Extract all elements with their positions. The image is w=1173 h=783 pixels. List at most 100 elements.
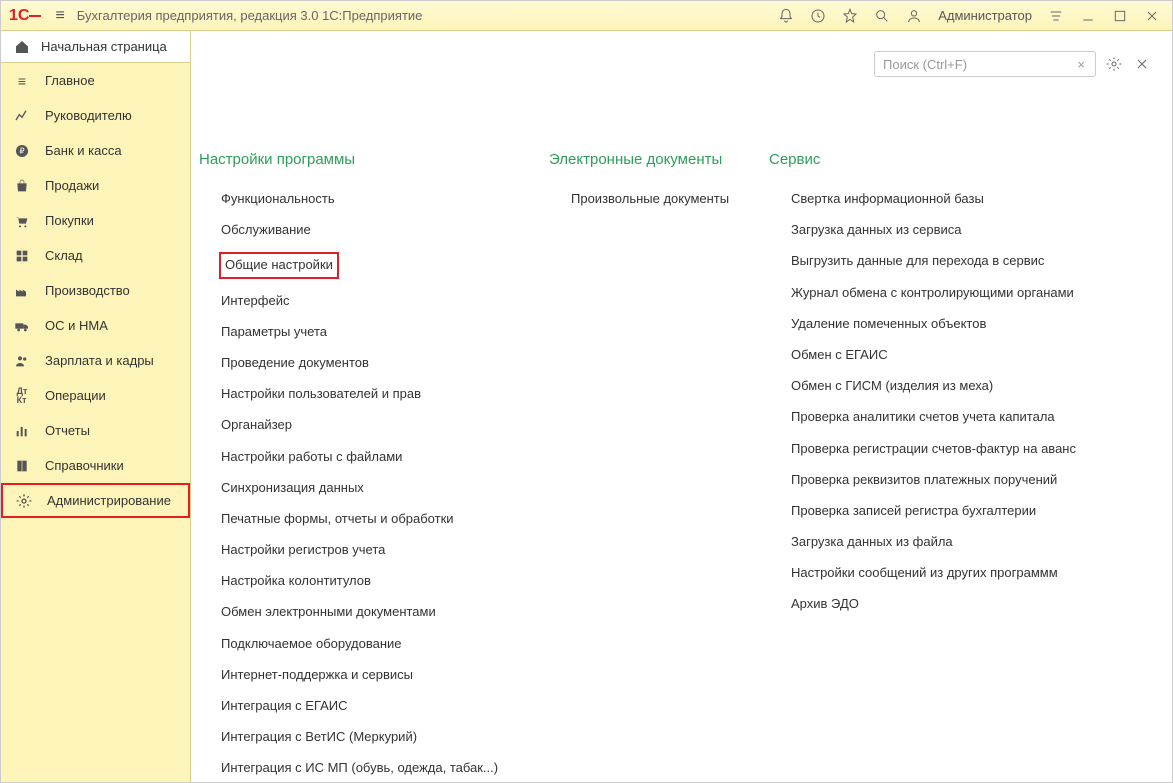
minimize-button[interactable] [1076,4,1100,28]
sidebar-item-directories[interactable]: Справочники [1,448,190,483]
close-button[interactable] [1140,4,1164,28]
link-item[interactable]: Функциональность [199,186,549,212]
link-item[interactable]: Загрузка данных из сервиса [769,217,1109,243]
sidebar-item-purchases[interactable]: Покупки [1,203,190,238]
link-item[interactable]: Интернет-поддержка и сервисы [199,662,549,688]
home-icon [13,39,31,55]
boxes-icon [13,248,31,264]
link-item[interactable]: Загрузка данных из файла [769,529,1109,555]
column-head-edocs: Электронные документы [549,151,769,168]
link-item[interactable]: Органайзер [199,412,549,438]
options-icon[interactable] [1044,4,1068,28]
link-item[interactable]: Интеграция с ВетИС (Меркурий) [199,724,549,750]
logo-icon: 1C [9,7,29,25]
link-item[interactable]: Синхронизация данных [199,475,549,501]
sidebar-item-label: Банк и касса [45,143,122,158]
user-icon[interactable] [902,4,926,28]
link-item[interactable]: Удаление помеченных объектов [769,311,1109,337]
history-icon[interactable] [806,4,830,28]
menu-button[interactable]: ≡ [51,7,68,25]
sidebar-home[interactable]: Начальная страница [1,31,190,63]
link-item[interactable]: Проведение документов [199,350,549,376]
sidebar-item-manager[interactable]: Руководителю [1,98,190,133]
link-item[interactable]: Печатные формы, отчеты и обработки [199,506,549,532]
link-item[interactable]: Обслуживание [199,217,549,243]
titlebar: 1C ≡ Бухгалтерия предприятия, редакция 3… [1,1,1172,31]
bell-icon[interactable] [774,4,798,28]
sidebar-item-administration[interactable]: Администрирование [1,483,190,518]
link-item[interactable]: Проверка реквизитов платежных поручений [769,467,1109,493]
sidebar-item-hr[interactable]: Зарплата и кадры [1,343,190,378]
link-item[interactable]: Настройка колонтитулов [199,568,549,594]
sidebar-item-label: Производство [45,283,130,298]
link-item[interactable]: Обмен с ГИСМ (изделия из меха) [769,373,1109,399]
sidebar-item-label: Отчеты [45,423,90,438]
sidebar-item-main[interactable]: ≡ Главное [1,63,190,98]
link-item[interactable]: Произвольные документы [549,186,769,212]
sidebar: Начальная страница ≡ Главное Руководител… [1,31,191,782]
sidebar-item-production[interactable]: Производство [1,273,190,308]
user-name: Администратор [938,8,1032,23]
link-item[interactable]: Настройки работы с файлами [199,444,549,470]
link-item[interactable]: Выгрузить данные для перехода в сервис [769,248,1109,274]
link-item[interactable]: Проверка аналитики счетов учета капитала [769,404,1109,430]
link-item[interactable]: Интеграция с ЕГАИС [199,693,549,719]
link-list-service: Свертка информационной базы Загрузка дан… [769,186,1109,618]
link-general-settings[interactable]: Общие настройки [219,252,339,278]
link-item[interactable]: Интерфейс [199,288,549,314]
link-item[interactable]: Свертка информационной базы [769,186,1109,212]
column-service: Сервис Свертка информационной базы Загру… [769,151,1109,782]
column-edocs: Электронные документы Произвольные докум… [549,151,769,782]
sidebar-item-label: Покупки [45,213,94,228]
truck-icon [13,318,31,334]
link-item[interactable]: Обмен электронными документами [199,599,549,625]
people-icon [13,353,31,369]
bars-icon [13,423,31,439]
sidebar-item-sales[interactable]: Продажи [1,168,190,203]
gear-icon [15,493,33,509]
link-item[interactable]: Обмен с ЕГАИС [769,342,1109,368]
sidebar-item-warehouse[interactable]: Склад [1,238,190,273]
search-icon[interactable] [870,4,894,28]
close-panel-icon[interactable] [1132,54,1152,74]
link-item[interactable]: Журнал обмена с контролирующими органами [769,280,1109,306]
maximize-button[interactable] [1108,4,1132,28]
link-item[interactable]: Архив ЭДО [769,591,1109,617]
link-item[interactable]: Интеграция с ИС МП (обувь, одежда, табак… [199,755,549,781]
sidebar-item-label: Справочники [45,458,124,473]
main-toolbar: × [874,51,1152,77]
sidebar-item-label: Руководителю [45,108,132,123]
sidebar-item-bank[interactable]: ₽ Банк и касса [1,133,190,168]
sidebar-item-reports[interactable]: Отчеты [1,413,190,448]
star-icon[interactable] [838,4,862,28]
ruble-icon: ₽ [13,143,31,159]
link-item[interactable]: Настройки регистров учета [199,537,549,563]
svg-text:₽: ₽ [19,146,24,155]
bag-icon [13,178,31,194]
sidebar-item-operations[interactable]: ДтКт Операции [1,378,190,413]
settings-icon[interactable] [1104,54,1124,74]
link-item[interactable]: Настройки пользователей и прав [199,381,549,407]
link-list-edocs: Произвольные документы [549,186,769,212]
sidebar-item-label: Главное [45,73,95,88]
ledger-icon: ДтКт [13,387,31,405]
link-item[interactable]: Проверка записей регистра бухгалтерии [769,498,1109,524]
search-clear[interactable]: × [1073,57,1089,72]
search-box: × [874,51,1096,77]
sidebar-item-label: ОС и НМА [45,318,108,333]
link-list-settings: Функциональность Обслуживание Общие наст… [199,186,549,782]
main-content: × Настройки программы Функциональность О… [191,31,1172,782]
search-input[interactable] [881,56,1073,73]
link-item-highlighted-wrap: Общие настройки [199,248,549,282]
link-item[interactable]: Параметры учета [199,319,549,345]
column-head-settings: Настройки программы [199,151,549,168]
link-item[interactable]: Проверка регистрации счетов-фактур на ав… [769,436,1109,462]
sidebar-item-label: Администрирование [47,493,171,508]
column-head-service: Сервис [769,151,1109,168]
sidebar-home-label: Начальная страница [41,39,167,54]
sidebar-item-assets[interactable]: ОС и НМА [1,308,190,343]
link-item[interactable]: Подключаемое оборудование [199,631,549,657]
cart-icon [13,213,31,229]
app-title: Бухгалтерия предприятия, редакция 3.0 1С… [77,8,423,23]
link-item[interactable]: Настройки сообщений из других программм [769,560,1109,586]
